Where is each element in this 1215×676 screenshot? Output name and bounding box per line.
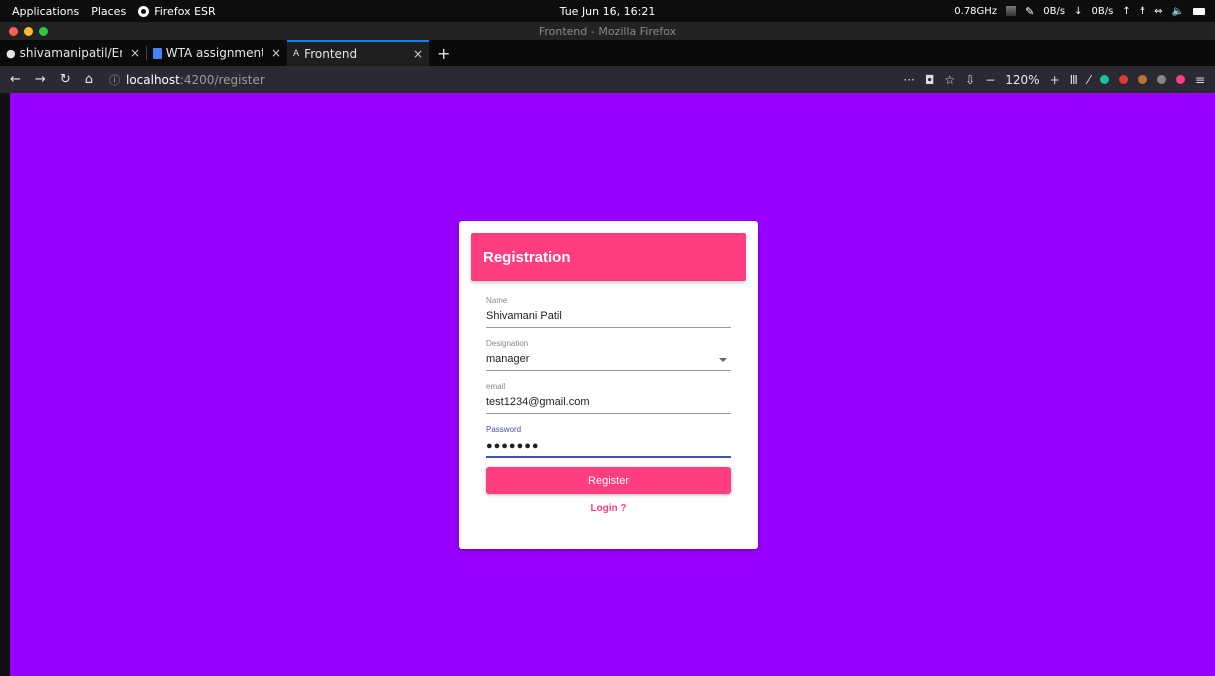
library-icon[interactable]: Ⅲ <box>1070 73 1078 87</box>
password-label: Password <box>486 425 522 434</box>
email-underline <box>486 413 731 414</box>
designation-label: Designation <box>486 339 529 348</box>
reload-button[interactable]: ↻ <box>60 72 71 87</box>
designation-select[interactable]: manager <box>486 353 731 367</box>
angular-icon: A <box>293 49 300 59</box>
accessibility-icon[interactable]: ☨ <box>1140 6 1145 17</box>
url-path: :4200/register <box>179 72 265 87</box>
close-tab-icon[interactable]: × <box>130 46 140 60</box>
zoom-in-button[interactable]: + <box>1050 73 1060 87</box>
password-field[interactable]: Password ●●●●●●● <box>486 425 731 458</box>
github-icon: ● <box>6 46 16 60</box>
net-down: 0B/s <box>1043 5 1066 17</box>
upload-arrow-icon: ↑ <box>1122 5 1131 17</box>
designation-field[interactable]: Designation manager <box>486 339 731 371</box>
name-input[interactable]: Shivamani Patil <box>486 310 731 324</box>
tab-label: Frontend <box>304 47 358 61</box>
card-header: Registration <box>471 233 746 281</box>
sidebar-icon[interactable]: ⁄ <box>1088 73 1090 87</box>
cpu-freq: 0.78GHz <box>954 5 998 17</box>
zoom-level[interactable]: 120% <box>1005 73 1039 87</box>
chevron-down-icon[interactable] <box>719 358 727 362</box>
cookie-extension-icon[interactable] <box>1137 75 1147 84</box>
name-field[interactable]: Name Shivamani Patil <box>486 296 731 328</box>
network-icon[interactable]: ⇔ <box>1154 6 1162 17</box>
nav-toolbar: ← → ↻ ⌂ ⓘ localhost :4200/register ··· ◘… <box>0 66 1215 93</box>
login-link[interactable]: Login ? <box>459 503 758 514</box>
window-title: Frontend - Mozilla Firefox <box>538 24 677 38</box>
battery-icon[interactable] <box>1193 7 1205 15</box>
pencil-icon[interactable]: ✎ <box>1025 5 1034 18</box>
firefox-icon <box>138 5 150 17</box>
url-host: localhost <box>125 72 180 87</box>
applications-menu[interactable]: Applications <box>12 5 79 18</box>
site-info-icon[interactable]: ⓘ <box>109 72 120 88</box>
downloads-icon[interactable]: ⇩ <box>965 73 975 87</box>
app-name: Firefox ESR <box>154 4 216 18</box>
tab-wta-assignment[interactable]: WTA assignment × <box>147 40 287 66</box>
email-input[interactable]: test1234@gmail.com <box>486 396 731 410</box>
adblock-extension-icon[interactable] <box>1118 75 1128 84</box>
password-input[interactable]: ●●●●●●● <box>486 439 731 453</box>
password-underline <box>486 456 731 458</box>
name-label: Name <box>486 296 508 305</box>
pocket-icon[interactable]: ◘ <box>925 73 935 87</box>
url-bar[interactable]: ⓘ localhost :4200/register <box>109 72 265 88</box>
new-tab-button[interactable]: + <box>429 40 458 66</box>
page-actions-icon[interactable]: ··· <box>903 73 914 87</box>
app-menu[interactable]: Firefox ESR <box>138 4 216 18</box>
tab-github[interactable]: ● shivamanipatil/Em × <box>0 40 146 66</box>
system-top-bar: Applications Places Firefox ESR Tue Jun … <box>0 0 1215 22</box>
designation-underline <box>486 370 731 371</box>
tab-label: WTA assignment <box>165 46 263 60</box>
hamburger-menu-icon[interactable]: ≡ <box>1195 73 1205 87</box>
page-viewport: Registration Name Shivamani Patil Design… <box>10 93 1215 676</box>
pink-extension-icon[interactable] <box>1175 75 1185 84</box>
home-button[interactable]: ⌂ <box>85 72 93 87</box>
tab-strip: ● shivamanipatil/Em × WTA assignment × A… <box>0 40 1215 66</box>
forward-button[interactable]: → <box>35 72 46 87</box>
box-extension-icon[interactable] <box>1156 75 1166 84</box>
register-button[interactable]: Register <box>486 467 731 494</box>
email-label: email <box>486 382 506 391</box>
window-titlebar: Frontend - Mozilla Firefox <box>0 22 1215 40</box>
registration-card: Registration Name Shivamani Patil Design… <box>459 221 758 549</box>
back-button[interactable]: ← <box>10 72 21 87</box>
grammarly-extension-icon[interactable] <box>1099 75 1109 84</box>
tab-label: shivamanipatil/Em <box>19 46 122 60</box>
places-menu[interactable]: Places <box>91 5 126 18</box>
docs-icon <box>153 47 162 59</box>
name-underline <box>486 327 731 328</box>
net-up: 0B/s <box>1091 5 1114 17</box>
bookmark-star-icon[interactable]: ☆ <box>944 73 955 87</box>
cpu-graph-icon <box>1006 6 1017 16</box>
volume-icon[interactable]: 🔈 <box>1172 6 1184 17</box>
close-tab-icon[interactable]: × <box>271 46 281 60</box>
window-edge <box>0 93 10 676</box>
card-title: Registration <box>483 249 571 266</box>
email-field[interactable]: email test1234@gmail.com <box>486 382 731 414</box>
download-arrow-icon: ↓ <box>1074 5 1083 17</box>
close-tab-icon[interactable]: × <box>413 47 423 61</box>
zoom-out-button[interactable]: − <box>985 73 995 87</box>
tab-frontend[interactable]: A Frontend × <box>287 40 429 66</box>
